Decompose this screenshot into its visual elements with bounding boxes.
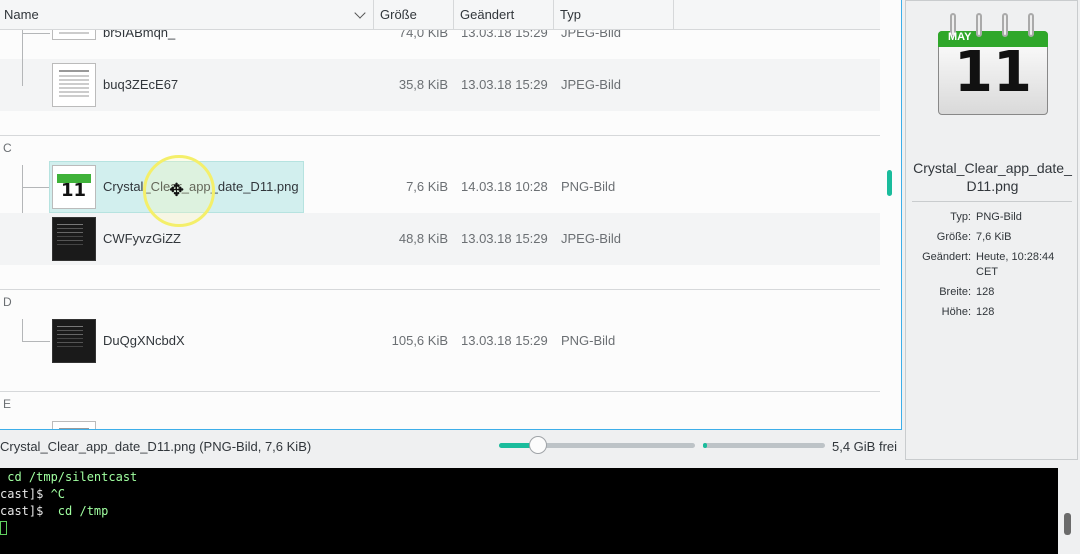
group-header-e: E bbox=[0, 391, 880, 421]
info-value: 128 bbox=[976, 306, 995, 318]
calendar-day: 11 bbox=[954, 40, 1032, 105]
info-key: Größe: bbox=[936, 231, 971, 243]
terminal-panel[interactable]: cd /tmp/silentcast cast]$ ^C cast]$ cd /… bbox=[0, 468, 1058, 554]
info-filename: Crystal_Clear_app_date_ D11.png bbox=[906, 159, 1079, 195]
tree-line bbox=[22, 59, 23, 86]
file-manager-window: Name Größe Geändert Typ br5IABmqn_ 74,0 … bbox=[0, 0, 1080, 554]
file-date: 13.03.18 15:29 bbox=[461, 333, 548, 348]
group-label: D bbox=[3, 295, 12, 309]
info-key: Typ: bbox=[950, 211, 971, 223]
calendar-thumbnail: 11 bbox=[52, 165, 96, 209]
file-size: 105,6 KiB bbox=[391, 333, 448, 348]
file-row-duqgxncbdx[interactable]: DuQgXNcbdX 105,6 KiB 13.03.18 15:29 PNG-… bbox=[0, 315, 880, 367]
free-space-bar bbox=[703, 443, 825, 448]
document-thumbnail bbox=[52, 421, 96, 429]
move-cursor-icon: ✥ bbox=[169, 180, 185, 200]
zoom-slider[interactable] bbox=[499, 436, 695, 454]
file-date: 14.03.18 10:28 bbox=[461, 179, 548, 194]
status-text: Crystal_Clear_app_date_D11.png (PNG-Bild… bbox=[0, 439, 312, 454]
calendar-ring bbox=[976, 13, 982, 37]
terminal-line: cast]$ cd /tmp bbox=[0, 504, 109, 518]
terminal-scrollbar[interactable] bbox=[1064, 513, 1071, 535]
info-filename-line: D11.png bbox=[966, 178, 1019, 194]
file-type: JPEG-Bild bbox=[561, 77, 621, 92]
file-name: buq3ZEcE67 bbox=[103, 77, 179, 92]
preview-image: MAY 11 bbox=[936, 13, 1050, 117]
information-panel: MAY 11 Crystal_Clear_app_date_ D11.png T… bbox=[905, 0, 1078, 460]
calendar-day-number: 11 bbox=[61, 180, 87, 201]
info-key: Höhe: bbox=[941, 306, 971, 318]
divider bbox=[912, 201, 1072, 202]
header-mask: Name Größe Geändert Typ bbox=[0, 0, 880, 30]
column-size-header-overlay[interactable]: Größe bbox=[374, 0, 454, 30]
calendar-ring bbox=[1028, 13, 1034, 37]
terminal-line: cd /tmp/silentcast bbox=[0, 470, 138, 484]
info-value: 7,6 KiB bbox=[976, 231, 1012, 243]
file-size: 48,8 KiB bbox=[398, 231, 448, 246]
file-size: 7,6 KiB bbox=[406, 179, 448, 194]
terminal-cursor bbox=[0, 521, 7, 535]
file-date: 13.03.18 15:29 bbox=[461, 231, 548, 246]
free-space-fill bbox=[703, 443, 707, 448]
file-row-crystal-clear[interactable]: 11 Crystal_Clear_app_date_D11.png 7,6 Ki… bbox=[0, 161, 880, 213]
calendar-ring bbox=[1002, 13, 1008, 37]
file-type: PNG-Bild bbox=[561, 179, 616, 194]
file-list-view[interactable]: Name Größe Geändert Typ br5IABmqn_ 74,0 … bbox=[0, 0, 902, 430]
file-type: PNG-Bild bbox=[561, 333, 616, 348]
document-thumbnail bbox=[52, 63, 96, 107]
file-name: DuQgXNcbdX bbox=[103, 333, 185, 348]
column-name-header-overlay[interactable]: Name bbox=[0, 0, 374, 30]
group-label: C bbox=[3, 141, 12, 155]
info-key: Breite: bbox=[939, 286, 971, 298]
terminal-thumbnail bbox=[52, 217, 96, 261]
info-value: PNG-Bild bbox=[976, 211, 1022, 223]
column-type-header-overlay[interactable]: Typ bbox=[554, 0, 674, 30]
group-label: E bbox=[3, 397, 12, 411]
terminal-thumbnail bbox=[52, 319, 96, 363]
column-name-label: Name bbox=[4, 7, 39, 22]
column-modified-header-overlay[interactable]: Geändert bbox=[454, 0, 554, 30]
file-date: 13.03.18 15:29 bbox=[461, 77, 548, 92]
info-filename-line: Crystal_Clear_app_date_ bbox=[913, 160, 1072, 176]
terminal-line: cast]$ ^C bbox=[0, 487, 66, 501]
scroll-indicator[interactable] bbox=[887, 170, 892, 196]
free-space-label: 5,4 GiB frei bbox=[832, 439, 898, 454]
sort-chevron-down-icon[interactable] bbox=[354, 7, 366, 19]
file-type: JPEG-Bild bbox=[561, 231, 621, 246]
file-row-cwfyvzgizz[interactable]: CWFyvzGiZZ 48,8 KiB 13.03.18 15:29 JPEG-… bbox=[0, 213, 880, 265]
info-value: Heute, 10:28:44 CET bbox=[976, 251, 1055, 278]
info-key: Geändert: bbox=[922, 251, 971, 263]
info-value: 128 bbox=[976, 286, 995, 298]
file-row-buq3zece67[interactable]: buq3ZEcE67 35,8 KiB 13.03.18 15:29 JPEG-… bbox=[0, 59, 880, 111]
file-size: 35,8 KiB bbox=[398, 77, 448, 92]
